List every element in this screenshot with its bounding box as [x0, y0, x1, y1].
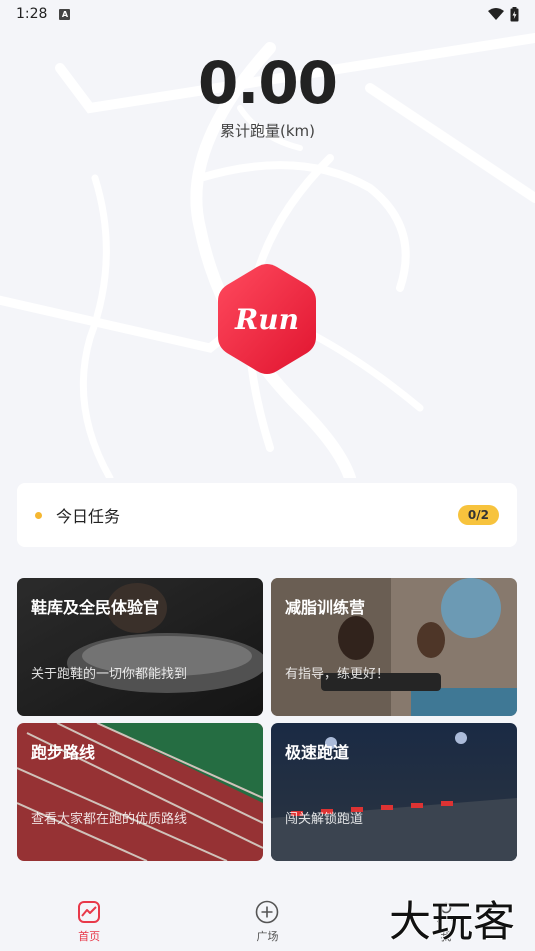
- tile-shoe-library[interactable]: 鞋库及全民体验官 关于跑鞋的一切你都能找到: [17, 578, 263, 716]
- tile-running-routes[interactable]: 跑步路线 查看大家都在跑的优质路线: [17, 723, 263, 861]
- tile-title: 跑步路线: [31, 743, 96, 762]
- task-dot-icon: [35, 511, 42, 519]
- tab-label: 广场: [256, 930, 279, 943]
- battery-icon: [510, 6, 519, 21]
- tile-subtitle: 关于跑鞋的一切你都能找到: [31, 667, 188, 682]
- tab-square[interactable]: 广场: [178, 880, 356, 951]
- wifi-icon: [488, 7, 504, 20]
- tile-subtitle: 查看大家都在跑的优质路线: [31, 812, 188, 827]
- plus-circle-icon: [256, 900, 279, 924]
- tile-subtitle: 闯关解锁跑道: [285, 812, 364, 827]
- watermark-logo: 大玩客: [388, 896, 516, 947]
- tab-home[interactable]: 首页: [0, 880, 178, 951]
- tile-title: 减脂训练营: [285, 598, 366, 617]
- status-time: 1:28: [16, 6, 48, 22]
- distance-label: 累计跑量(km): [219, 122, 315, 140]
- run-logo[interactable]: Run: [217, 263, 317, 375]
- status-bar: 1:28 A: [0, 0, 535, 28]
- distance-summary: 0.00 累计跑量(km): [0, 50, 535, 141]
- tile-subtitle: 有指导，练更好！: [285, 667, 390, 682]
- run-logo-text: Run: [234, 303, 299, 336]
- distance-value: 0.00: [197, 49, 338, 117]
- task-title: 今日任务: [56, 507, 121, 526]
- today-task-card[interactable]: 今日任务 0/2: [17, 483, 517, 547]
- home-chart-icon: [78, 901, 101, 923]
- notification-icon: A: [59, 8, 71, 20]
- tile-fat-loss-camp[interactable]: 减脂训练营 有指导，练更好！: [271, 578, 517, 716]
- watermark-text: 大玩客: [389, 897, 515, 946]
- tile-title: 极速跑道: [285, 743, 350, 762]
- tile-title: 鞋库及全民体验官: [31, 598, 160, 617]
- tab-label: 首页: [78, 930, 101, 943]
- tile-speed-track[interactable]: 极速跑道 闯关解锁跑道: [271, 723, 517, 861]
- task-progress-badge: 0/2: [457, 505, 499, 525]
